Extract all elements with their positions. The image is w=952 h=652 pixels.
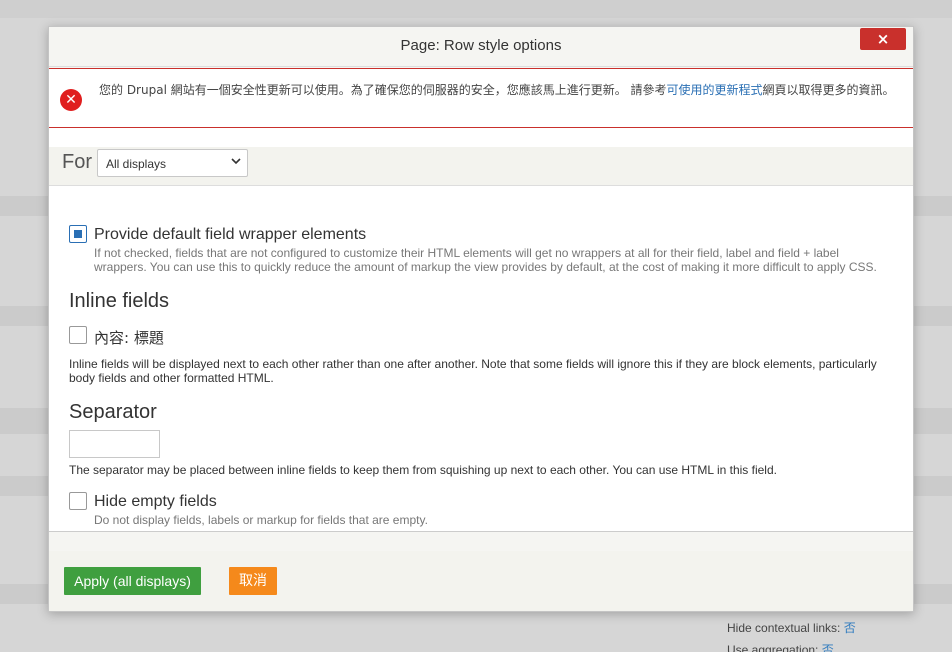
- default-wrapper-description: If not checked, fields that are not conf…: [94, 246, 877, 274]
- dialog-titlebar: Page: Row style options ×: [49, 27, 913, 67]
- inline-title-checkbox[interactable]: [69, 326, 87, 344]
- inline-fields-heading: Inline fields: [69, 290, 170, 312]
- default-wrapper-checkbox[interactable]: [69, 225, 87, 243]
- available-updates-link[interactable]: 可使用的更新程式: [667, 83, 763, 97]
- for-displays-bar: For All displays: [49, 147, 913, 186]
- displays-select[interactable]: All displays: [97, 149, 248, 177]
- separator-heading: Separator: [69, 401, 157, 423]
- error-text: 您的 Drupal 網站有一個安全性更新可以使用。為了確保您的伺服器的安全，您應…: [99, 81, 907, 99]
- separator-input[interactable]: [69, 430, 160, 458]
- inline-title-label[interactable]: 內容: 標題: [94, 327, 164, 348]
- cancel-button[interactable]: 取消: [229, 567, 277, 595]
- bg-hide-contextual-link[interactable]: 否: [844, 621, 856, 635]
- bg-hide-contextual-label: Hide contextual links:: [727, 621, 841, 635]
- content-divider: [49, 531, 913, 532]
- dialog-title: Page: Row style options: [400, 37, 562, 54]
- default-wrapper-label[interactable]: Provide default field wrapper elements: [94, 226, 366, 244]
- error-text-after: 網頁以取得更多的資訊。: [762, 83, 895, 97]
- hide-empty-checkbox[interactable]: [69, 492, 87, 510]
- bg-hide-contextual-row: Hide contextual links: 否: [720, 619, 952, 636]
- bg-use-aggregation-row: Use aggregation: 否: [720, 641, 952, 652]
- hide-empty-description: Do not display fields, labels or markup …: [94, 513, 428, 527]
- chevron-down-icon: [231, 156, 241, 169]
- inline-fields-description: Inline fields will be displayed next to …: [69, 357, 877, 385]
- for-label: For: [62, 151, 92, 173]
- bg-use-aggregation-label: Use aggregation:: [727, 643, 819, 652]
- security-error-message: ✕ 您的 Drupal 網站有一個安全性更新可以使用。為了確保您的伺服器的安全，…: [49, 68, 913, 128]
- separator-description: The separator may be placed between inli…: [69, 463, 777, 477]
- displays-select-value: All displays: [106, 157, 167, 171]
- close-button[interactable]: ×: [860, 28, 906, 50]
- dialog-button-bar: Apply (all displays) 取消: [49, 551, 913, 611]
- dialog-content: ✕ 您的 Drupal 網站有一個安全性更新可以使用。為了確保您的伺服器的安全，…: [49, 68, 913, 532]
- error-text-before: 您的 Drupal 網站有一個安全性更新可以使用。為了確保您的伺服器的安全，您應…: [99, 83, 667, 97]
- hide-empty-label[interactable]: Hide empty fields: [94, 493, 217, 511]
- row-style-dialog: Page: Row style options × ✕ 您的 Drupal 網站…: [48, 26, 914, 612]
- apply-all-displays-button[interactable]: Apply (all displays): [64, 567, 201, 595]
- bg-use-aggregation-link[interactable]: 否: [822, 643, 834, 652]
- error-icon: ✕: [60, 89, 82, 111]
